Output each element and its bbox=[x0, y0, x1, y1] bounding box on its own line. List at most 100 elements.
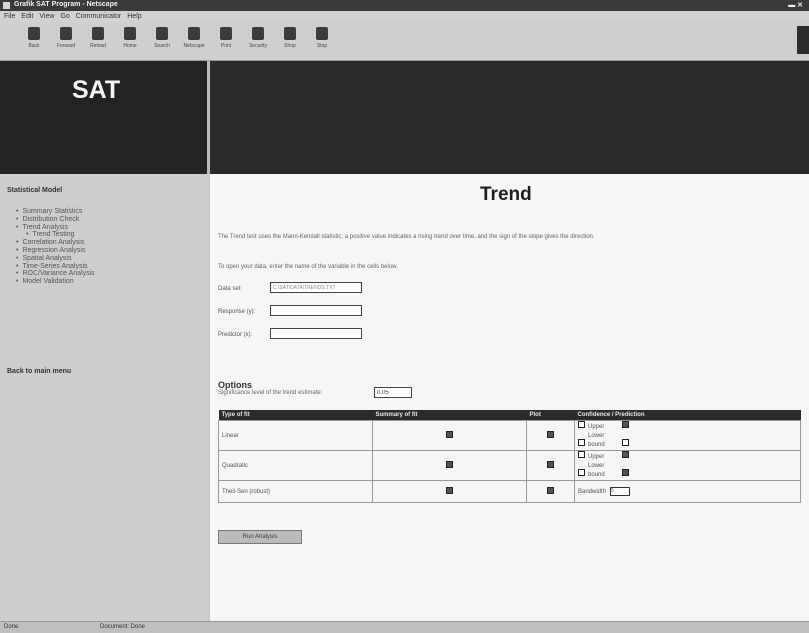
predictor-input[interactable] bbox=[270, 328, 362, 339]
sidebar-nav: Summary StatisticsDistribution CheckTren… bbox=[16, 208, 95, 286]
toolbar-button[interactable]: Back bbox=[20, 25, 48, 57]
summary-checkbox[interactable] bbox=[446, 461, 453, 468]
sidebar-item[interactable]: Model Validation bbox=[16, 278, 95, 286]
toolbar-button[interactable]: Home bbox=[116, 25, 144, 57]
toolbar-button-label: Search bbox=[154, 43, 170, 49]
sidebar: Statistical Model Summary StatisticsDist… bbox=[0, 174, 207, 621]
summary-cell bbox=[372, 450, 527, 481]
col-type-of-fit: Type of fit bbox=[218, 410, 373, 421]
response-label: Response (y): bbox=[218, 309, 256, 315]
summary-checkbox[interactable] bbox=[446, 487, 453, 494]
sidebar-item[interactable]: Trend Analysis bbox=[16, 224, 95, 232]
table-header-row: Type of fit Summary of fit Plot Confiden… bbox=[218, 410, 801, 421]
option-radio[interactable] bbox=[578, 421, 585, 428]
toolbar-button[interactable]: Forward bbox=[52, 25, 80, 57]
menu-item[interactable]: Communicator bbox=[76, 13, 122, 20]
sidebar-heading: Statistical Model bbox=[7, 187, 63, 194]
instruction-text: To open your data, enter the name of the… bbox=[218, 264, 398, 270]
option-checkbox[interactable] bbox=[622, 421, 629, 428]
significance-input[interactable] bbox=[374, 387, 412, 398]
confidence-cell: Bandwidth 5 bbox=[574, 480, 801, 503]
toolbar-button-label: Back bbox=[28, 43, 40, 49]
confidence-option: Lower bound bbox=[578, 462, 797, 480]
menu-item[interactable]: View bbox=[39, 13, 54, 20]
search-icon bbox=[156, 27, 168, 40]
table-row: Linear Upper Lower bound bbox=[218, 420, 801, 451]
confidence-option: Upper bbox=[578, 451, 797, 462]
menu-item[interactable]: Go bbox=[60, 13, 69, 20]
option-radio[interactable] bbox=[578, 451, 585, 458]
sidebar-item[interactable]: Time-Series Analysis bbox=[16, 263, 95, 271]
table-row: Quadratic Upper Lower bound bbox=[218, 450, 801, 481]
table-row: Theil-Sen (robust) Bandwidth 5 bbox=[218, 480, 801, 503]
header-banner bbox=[210, 61, 809, 174]
sidebar-item[interactable]: Spatial Analysis bbox=[16, 255, 95, 263]
col-plot: Plot bbox=[526, 410, 575, 421]
response-input[interactable] bbox=[270, 305, 362, 316]
summary-checkbox[interactable] bbox=[446, 431, 453, 438]
option-checkbox[interactable] bbox=[622, 439, 629, 446]
sidebar-item[interactable]: Correlation Analysis bbox=[16, 239, 95, 247]
sidebar-item[interactable]: Distribution Check bbox=[16, 216, 95, 224]
toolbar-button[interactable]: Security bbox=[244, 25, 272, 57]
back-to-main-link[interactable]: Back to main menu bbox=[7, 368, 71, 375]
toolbar-button[interactable]: Print bbox=[212, 25, 240, 57]
plot-cell bbox=[526, 450, 575, 481]
dataset-label: Data set: bbox=[218, 286, 243, 292]
forward-icon bbox=[60, 27, 72, 40]
sidebar-item[interactable]: ROC/Variance Analysis bbox=[16, 270, 94, 278]
option-checkbox[interactable] bbox=[622, 451, 629, 458]
option-label: Lower bound bbox=[588, 433, 605, 448]
predictor-label: Predictor (x): bbox=[218, 332, 253, 338]
summary-cell bbox=[372, 420, 527, 451]
confidence-option: Lower bound bbox=[578, 432, 797, 450]
plot-checkbox[interactable] bbox=[547, 431, 554, 438]
sidebar-item[interactable]: Regression Analysis bbox=[16, 247, 95, 255]
intro-text: The Trend test uses the Mann-Kendall sta… bbox=[218, 234, 595, 240]
window-controls[interactable]: ▬ ✕ bbox=[788, 1, 803, 9]
dataset-input[interactable] bbox=[270, 282, 362, 293]
plot-cell bbox=[526, 480, 575, 503]
option-label: Lower bound bbox=[588, 463, 605, 478]
toolbar-button[interactable]: Reload bbox=[84, 25, 112, 57]
option-checkbox[interactable] bbox=[622, 469, 629, 476]
fit-type-cell: Linear bbox=[218, 420, 373, 451]
plot-checkbox[interactable] bbox=[547, 487, 554, 494]
toolbar-button-label: Home bbox=[123, 43, 137, 49]
menu-item[interactable]: Help bbox=[127, 13, 141, 20]
netscape-logo-icon bbox=[797, 26, 809, 54]
toolbar-button[interactable]: Stop bbox=[308, 25, 336, 57]
toolbar-button-label: Forward bbox=[56, 43, 76, 49]
menu-item[interactable]: Edit bbox=[21, 13, 33, 20]
menu-item[interactable]: File bbox=[4, 13, 15, 20]
brand-title: SAT bbox=[72, 76, 121, 104]
reload-icon bbox=[92, 27, 104, 40]
option-radio[interactable] bbox=[578, 469, 585, 476]
shop-icon bbox=[284, 27, 296, 40]
toolbar-button[interactable]: Netscape bbox=[180, 25, 208, 57]
toolbar-button[interactable]: Search bbox=[148, 25, 176, 57]
option-radio[interactable] bbox=[578, 439, 585, 446]
options-heading: Options bbox=[218, 380, 252, 390]
sidebar-item[interactable]: Trend Testing bbox=[16, 231, 95, 239]
run-analysis-button[interactable]: Run Analysis bbox=[218, 530, 302, 544]
confidence-option: Upper bbox=[578, 421, 797, 432]
window-title: Grafik SAT Program - Netscape bbox=[14, 1, 118, 8]
confidence-cell: Upper Lower bound bbox=[574, 420, 801, 451]
select-label: Bandwidth bbox=[578, 489, 607, 496]
toolbar-button[interactable]: Shop bbox=[276, 25, 304, 57]
fit-type-cell: Theil-Sen (robust) bbox=[218, 480, 373, 503]
toolbar-button-label: Stop bbox=[316, 43, 328, 49]
stop-icon bbox=[316, 27, 328, 40]
significance-label: Significance level of the trend estimate… bbox=[218, 390, 323, 396]
app-icon bbox=[3, 2, 10, 9]
toolbar-button-label: Netscape bbox=[183, 43, 205, 49]
toolbar-button-label: Security bbox=[248, 43, 268, 49]
col-summary-of-fit: Summary of fit bbox=[372, 410, 527, 421]
sidebar-item[interactable]: Summary Statistics bbox=[16, 208, 95, 216]
bandwidth-select[interactable]: 5 bbox=[610, 487, 631, 496]
fit-type-cell: Quadratic bbox=[218, 450, 373, 481]
plot-checkbox[interactable] bbox=[547, 461, 554, 468]
toolbar-button-label: Print bbox=[220, 43, 232, 49]
status-left: Done bbox=[4, 624, 19, 630]
